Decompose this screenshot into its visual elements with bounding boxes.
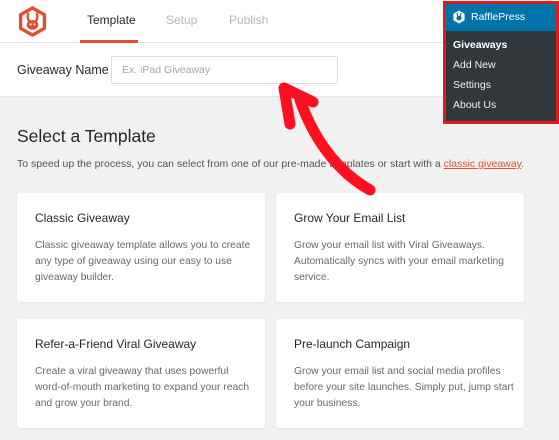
template-card-title: Refer-a-Friend Viral Giveaway [35, 337, 197, 351]
wp-menu-header[interactable]: RafflePress [446, 4, 556, 31]
description-text: To speed up the process, you can select … [17, 158, 441, 170]
wp-menu-item-add-new[interactable]: Add New [453, 59, 496, 71]
template-card-grow-email-list[interactable]: Grow Your Email List Grow your email lis… [276, 193, 524, 302]
template-card-title: Classic Giveaway [35, 211, 130, 225]
template-card-description: Grow your email list and social media pr… [294, 366, 514, 409]
classic-giveaway-link[interactable]: classic giveaway [444, 158, 521, 170]
template-card-title: Grow Your Email List [294, 211, 406, 225]
template-card-title: Pre-launch Campaign [294, 337, 411, 351]
template-card-pre-launch[interactable]: Pre-launch Campaign Grow your email list… [276, 319, 524, 428]
section-title: Select a Template [17, 126, 156, 146]
tab-setup[interactable]: Setup [166, 13, 197, 27]
giveaway-name-label: Giveaway Name [17, 63, 109, 77]
tab-publish[interactable]: Publish [229, 13, 268, 27]
wp-admin-submenu: RafflePress Giveaways Add New Settings A… [443, 1, 559, 124]
rafflepress-menu-icon [453, 10, 465, 24]
wp-menu-item-giveaways[interactable]: Giveaways [453, 39, 507, 51]
rafflepress-logo-icon[interactable] [16, 5, 49, 38]
template-card-refer-a-friend[interactable]: Refer-a-Friend Viral Giveaway Create a v… [17, 319, 265, 428]
wp-menu-item-settings[interactable]: Settings [453, 79, 491, 91]
wp-menu-item-about-us[interactable]: About Us [453, 99, 496, 111]
wp-menu-title: RafflePress [471, 11, 526, 23]
template-card-description: Classic giveaway template allows you to … [35, 240, 251, 283]
tab-template[interactable]: Template [87, 13, 136, 27]
template-card-classic-giveaway[interactable]: Classic Giveaway Classic giveaway templa… [17, 193, 265, 302]
template-card-description: Create a viral giveaway that uses powerf… [35, 366, 250, 409]
giveaway-name-input[interactable] [111, 56, 338, 84]
section-description: To speed up the process, you can select … [17, 158, 524, 170]
template-card-description: Grow your email list with Viral Giveaway… [294, 240, 505, 283]
description-period: . [521, 158, 524, 170]
